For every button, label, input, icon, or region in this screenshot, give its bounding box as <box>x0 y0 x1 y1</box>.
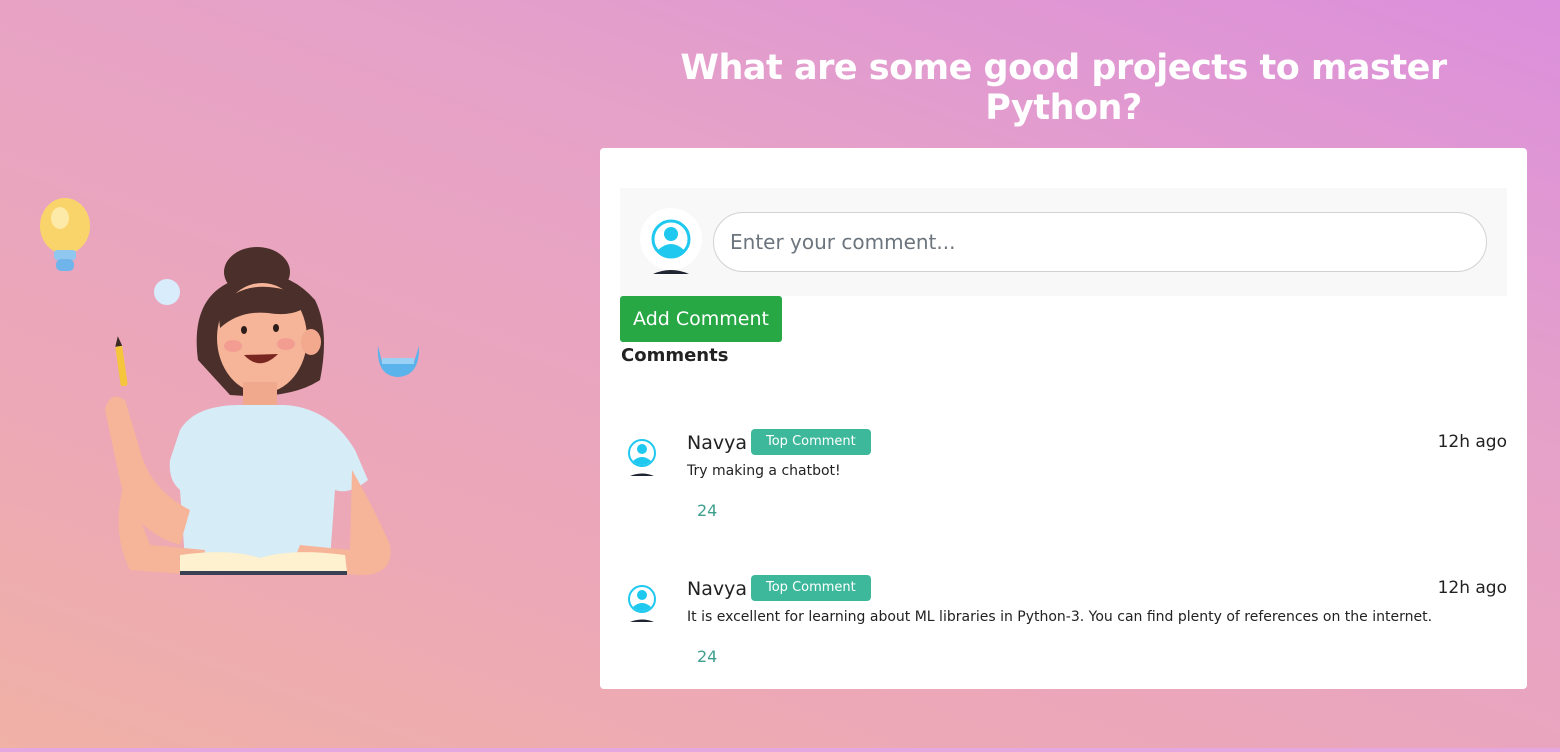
comment-text: Try making a chatbot! <box>687 463 841 479</box>
girl-studying-illustration <box>40 198 420 575</box>
comment-author[interactable]: Navya <box>687 578 747 600</box>
comment-item: Navya Top Comment 12h ago Try making a c… <box>620 429 1507 543</box>
user-avatar-icon <box>622 579 662 623</box>
comment-timestamp: 12h ago <box>1437 432 1507 452</box>
top-comment-badge: Top Comment <box>751 429 871 455</box>
comment-item: Navya Top Comment 12h ago It is excellen… <box>620 575 1507 689</box>
comment-text: It is excellent for learning about ML li… <box>687 609 1433 625</box>
girl-figure <box>105 247 391 575</box>
top-comment-badge: Top Comment <box>751 575 871 601</box>
page-title: What are some good projects to master Py… <box>680 48 1447 128</box>
comment-author[interactable]: Navya <box>687 432 747 454</box>
bubble-decoration <box>154 279 180 305</box>
user-avatar-icon <box>640 208 702 276</box>
add-comment-button[interactable]: Add Comment <box>620 296 782 342</box>
comments-heading: Comments <box>621 345 729 366</box>
hero-illustration <box>30 150 550 590</box>
like-count[interactable]: 24 <box>697 647 717 666</box>
lightbulb-icon <box>40 198 90 271</box>
user-avatar-icon <box>622 433 662 477</box>
comment-composer <box>620 188 1507 296</box>
bottom-border <box>0 748 1560 752</box>
comments-card: Add Comment Comments Navya Top Comment 1… <box>600 148 1527 689</box>
like-count[interactable]: 24 <box>697 501 717 520</box>
comment-input[interactable] <box>713 212 1487 272</box>
comment-timestamp: 12h ago <box>1437 578 1507 598</box>
cup-icon <box>377 346 420 377</box>
